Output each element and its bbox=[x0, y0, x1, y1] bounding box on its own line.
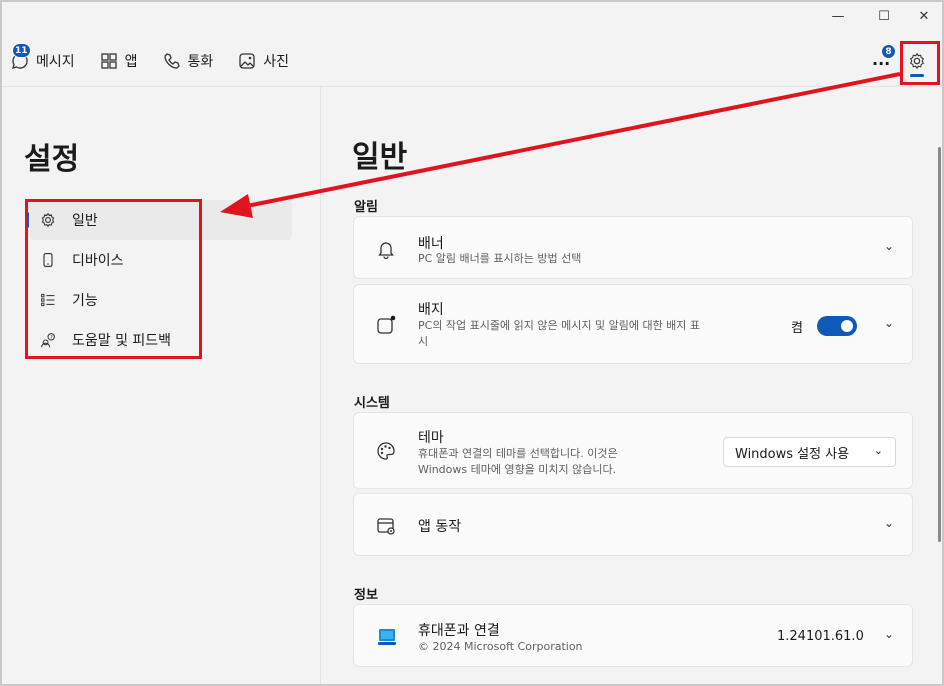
app-window: — ☐ ✕ 11 메시지 앱 통화 사진 ... 8 설정 일반 디바이스 기능… bbox=[0, 0, 944, 686]
annotation-arrow bbox=[220, 72, 901, 218]
